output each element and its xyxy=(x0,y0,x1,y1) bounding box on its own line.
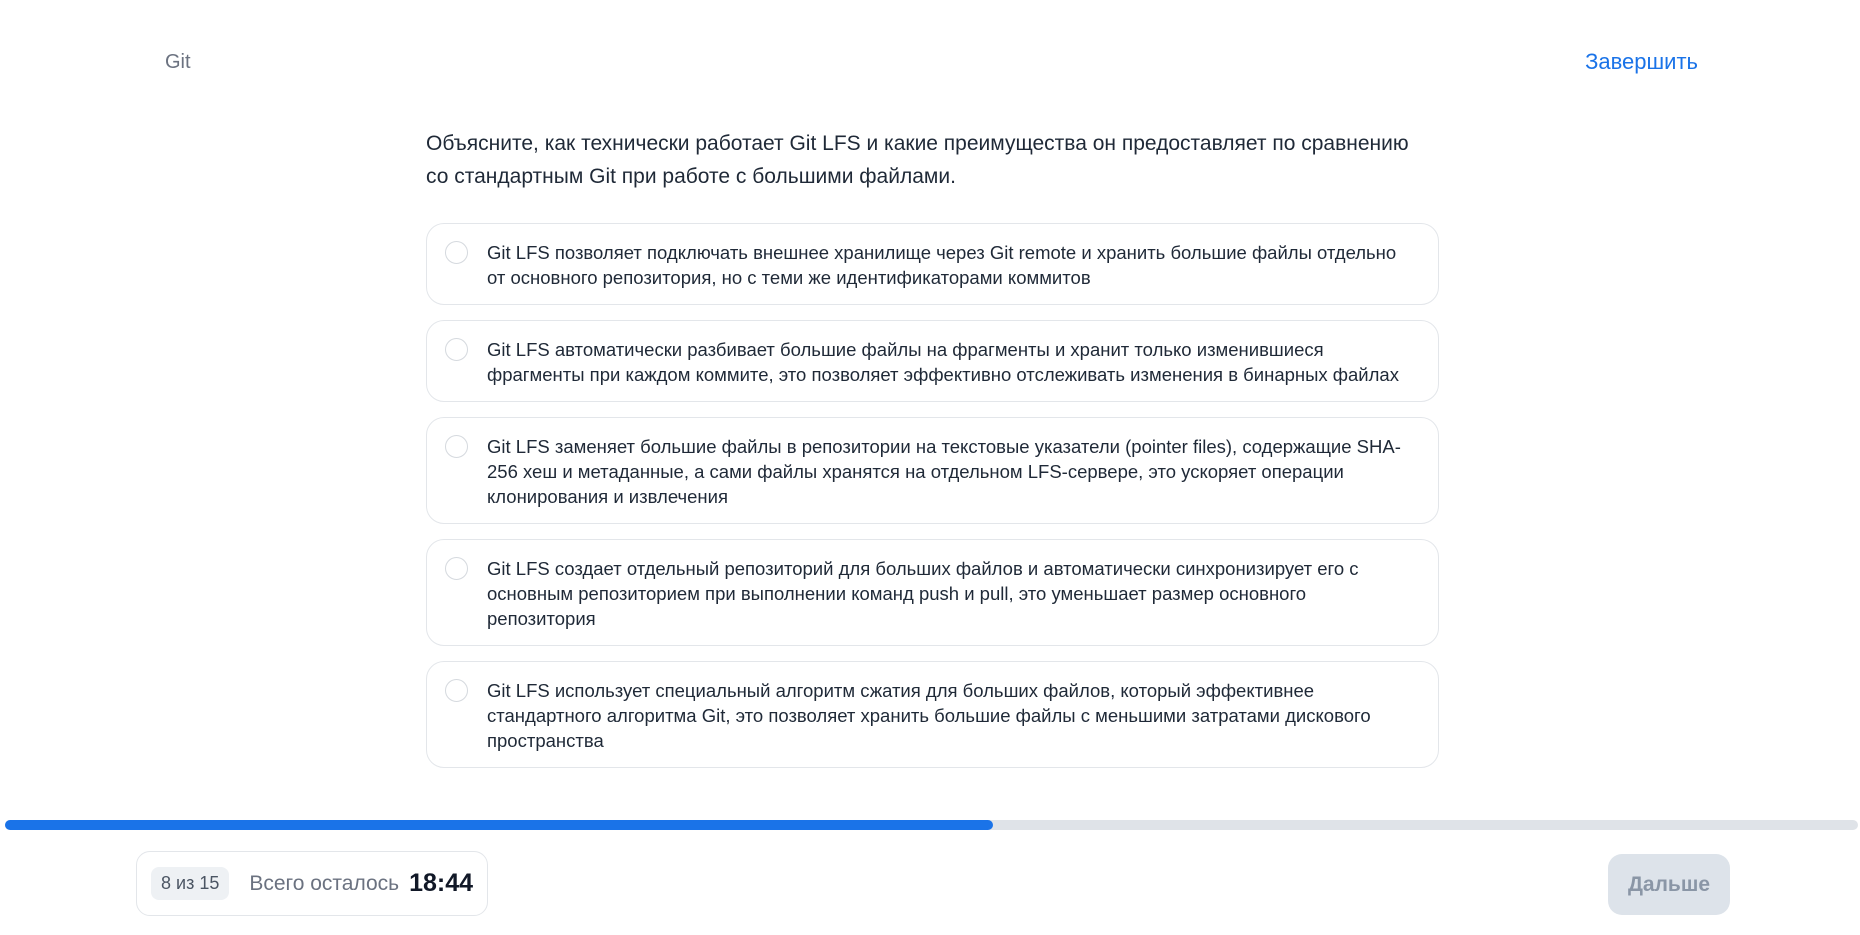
next-button[interactable]: Дальше xyxy=(1608,854,1730,915)
question-counter-badge: 8 из 15 xyxy=(151,867,230,900)
answer-option-text: Git LFS автоматически разбивает большие … xyxy=(487,339,1399,385)
radio-icon[interactable] xyxy=(445,338,468,361)
answer-options: Git LFS позволяет подключать внешнее хра… xyxy=(426,223,1439,783)
progress-bar xyxy=(5,820,1858,830)
answer-option-text: Git LFS заменяет большие файлы в репозит… xyxy=(487,436,1401,507)
radio-icon[interactable] xyxy=(445,679,468,702)
radio-icon[interactable] xyxy=(445,435,468,458)
answer-option-text: Git LFS создает отдельный репозиторий дл… xyxy=(487,558,1359,629)
radio-icon[interactable] xyxy=(445,557,468,580)
time-remaining-label: Всего осталось xyxy=(249,871,400,895)
question-text: Объясните, как технически работает Git L… xyxy=(426,132,1409,188)
status-panel: 8 из 15 Всего осталось 18:44 xyxy=(136,851,489,916)
answer-option[interactable]: Git LFS позволяет подключать внешнее хра… xyxy=(426,223,1439,305)
timer-value: 18:44 xyxy=(409,869,474,897)
answer-option[interactable]: Git LFS автоматически разбивает большие … xyxy=(426,320,1439,402)
finish-button[interactable]: Завершить xyxy=(1585,49,1698,75)
progress-bar-fill xyxy=(5,820,993,830)
radio-icon[interactable] xyxy=(445,241,468,264)
answer-option-text: Git LFS позволяет подключать внешнее хра… xyxy=(487,242,1397,288)
answer-option[interactable]: Git LFS использует специальный алгоритм … xyxy=(426,661,1439,768)
answer-option[interactable]: Git LFS заменяет большие файлы в репозит… xyxy=(426,417,1439,524)
quiz-page: Git Завершить Объясните, как технически … xyxy=(0,0,1860,935)
answer-option-text: Git LFS использует специальный алгоритм … xyxy=(487,680,1371,751)
answer-option[interactable]: Git LFS создает отдельный репозиторий дл… xyxy=(426,539,1439,646)
topic-label: Git xyxy=(165,51,191,73)
